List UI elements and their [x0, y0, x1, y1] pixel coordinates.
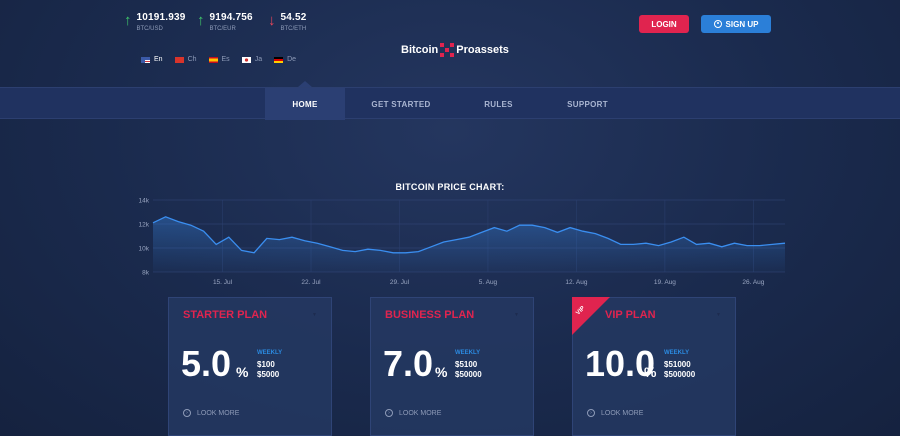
plan-period: WEEKLY — [664, 350, 690, 356]
plan-rate: 7.0 — [383, 343, 434, 384]
ticker-value: 54.52 — [280, 12, 307, 23]
plan-card-vip[interactable]: VIP VIP PLAN ▼ 10.0 % WEEKLY $51000 $500… — [572, 297, 736, 436]
main-nav: HOME GET STARTED RULES SUPPORT — [0, 87, 900, 120]
ticker-btc-eth: ↓ 54.52 BTC/ETH — [268, 12, 307, 32]
plan-rate: 5.0 — [181, 343, 232, 384]
chevron-right-icon: › — [385, 409, 393, 417]
nav-rules[interactable]: RULES — [457, 88, 540, 120]
chevron-right-icon: › — [183, 409, 191, 417]
language-en[interactable]: En — [141, 56, 163, 63]
plan-name: BUSINESS PLAN — [385, 309, 475, 321]
language-ch[interactable]: Ch — [174, 56, 197, 63]
japan-flag-icon — [241, 56, 251, 63]
look-more-link[interactable]: › LOOK MORE — [587, 409, 643, 417]
china-flag-icon — [174, 56, 184, 63]
nav-home[interactable]: HOME — [265, 88, 345, 120]
language-de[interactable]: De — [274, 56, 296, 63]
plan-name: VIP PLAN — [605, 309, 656, 321]
plan-max: $50000 — [455, 370, 482, 379]
site-logo[interactable]: Bitcoin Proassets — [401, 43, 509, 57]
plan-percent: % — [236, 364, 249, 380]
ticker-value: 10191.939 — [136, 12, 186, 23]
us-flag-icon — [141, 56, 150, 63]
plan-min: $51000 — [664, 360, 691, 369]
ticker-pair: BTC/USD — [136, 26, 163, 32]
caret-down-icon: ▼ — [312, 312, 317, 318]
language-ja[interactable]: Ja — [241, 56, 262, 63]
plan-card-starter[interactable]: STARTER PLAN ▼ 5.0 % WEEKLY $100 $5000 ›… — [168, 297, 332, 436]
chart-title: BITCOIN PRICE CHART: — [395, 182, 505, 192]
login-button[interactable]: LOGIN — [639, 15, 689, 33]
price-area — [153, 216, 785, 272]
plan-percent: % — [435, 364, 448, 380]
logo-mark-icon — [440, 43, 455, 57]
language-switcher: En Ch Es Ja De — [141, 56, 296, 63]
ticker-btc-usd: ↑ 10191.939 BTC/USD — [124, 12, 186, 32]
plan-max: $5000 — [257, 370, 280, 379]
caret-down-icon: ▼ — [716, 312, 721, 318]
chart-x-tick-label: 29. Jul — [390, 279, 410, 286]
look-more-link[interactable]: › LOOK MORE — [385, 409, 441, 417]
up-arrow-icon: ↑ — [197, 12, 205, 29]
up-arrow-icon: ↑ — [124, 12, 132, 29]
chevron-right-icon: › — [587, 409, 595, 417]
plan-min: $100 — [257, 360, 275, 369]
chart-x-tick-label: 12. Aug — [565, 279, 587, 286]
user-icon — [713, 20, 722, 28]
top-bar: ↑ 10191.939 BTC/USD ↑ 9194.756 BTC/EUR ↓… — [0, 0, 900, 87]
plan-min: $5100 — [455, 360, 478, 369]
plan-percent: % — [644, 364, 657, 380]
language-es[interactable]: Es — [208, 56, 230, 63]
chart-x-tick-label: 15. Jul — [213, 279, 233, 286]
caret-down-icon: ▼ — [514, 312, 519, 318]
chart-y-tick-label: 8k — [142, 270, 150, 277]
chart-y-tick-label: 10k — [139, 246, 150, 253]
ticker-value: 9194.756 — [209, 12, 253, 23]
chart-x-tick-label: 5. Aug — [479, 279, 498, 286]
plan-period: WEEKLY — [257, 350, 283, 356]
chart-x-tick-label: 19. Aug — [654, 279, 676, 286]
plan-card-business[interactable]: BUSINESS PLAN ▼ 7.0 % WEEKLY $5100 $5000… — [370, 297, 534, 436]
plan-period: WEEKLY — [455, 350, 481, 356]
signup-button[interactable]: SIGN UP — [701, 15, 771, 33]
down-arrow-icon: ↓ — [268, 12, 276, 29]
chart-y-tick-label: 12k — [139, 222, 150, 229]
chart-x-tick-label: 22. Jul — [301, 279, 321, 286]
chart-x-tick-label: 26. Aug — [742, 279, 764, 286]
ticker-pair: BTC/ETH — [280, 26, 307, 32]
look-more-link[interactable]: › LOOK MORE — [183, 409, 239, 417]
ticker-btc-eur: ↑ 9194.756 BTC/EUR — [197, 12, 253, 32]
plan-max: $500000 — [664, 370, 696, 379]
spain-flag-icon — [208, 56, 218, 63]
bitcoin-price-chart: 14k 12k 10k 8k 15. Jul 22. Jul 29. Jul 5. Aug 1… — [139, 198, 786, 286]
ticker-pair: BTC/EUR — [209, 26, 236, 32]
logo-text-right: Proassets — [456, 44, 509, 56]
chart-y-tick-label: 14k — [139, 198, 150, 205]
logo-text-left: Bitcoin — [401, 44, 439, 56]
nav-support[interactable]: SUPPORT — [540, 88, 635, 120]
nav-get-started[interactable]: GET STARTED — [345, 88, 457, 120]
plan-name: STARTER PLAN — [183, 309, 268, 321]
germany-flag-icon — [274, 56, 284, 63]
